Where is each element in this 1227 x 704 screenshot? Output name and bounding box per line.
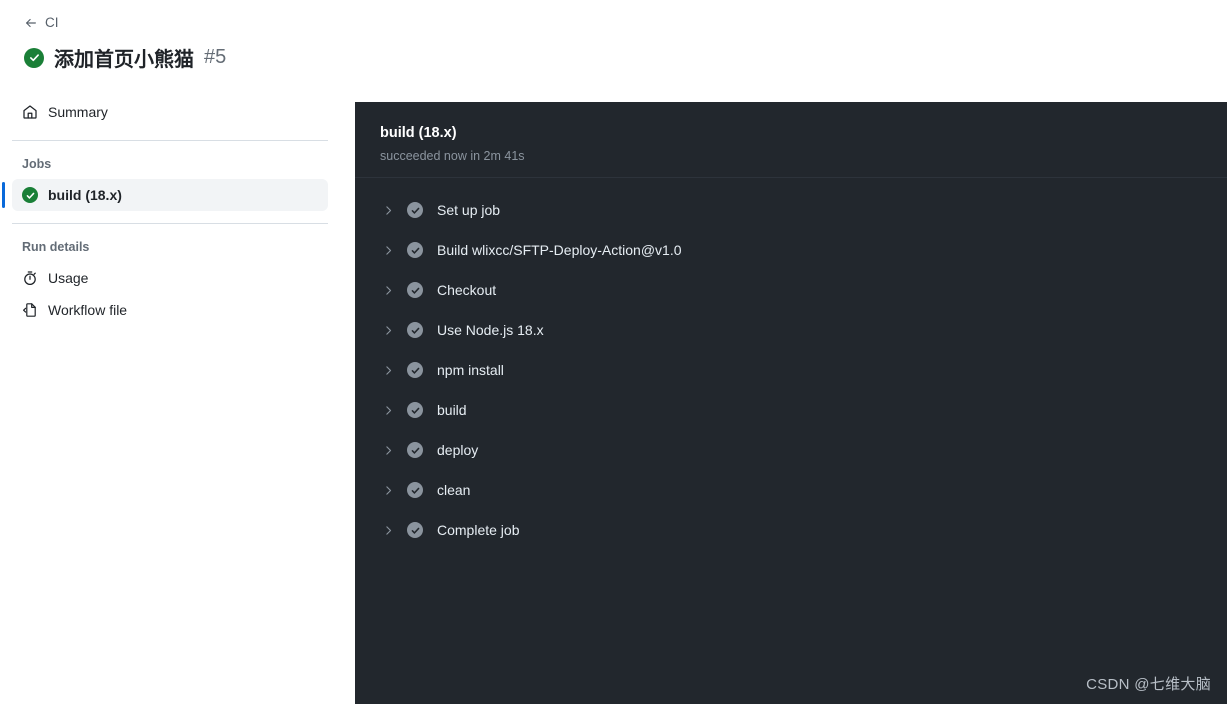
watermark: CSDN @七维大脑 [1086,676,1211,693]
check-circle-filled-icon [407,402,423,418]
sidebar-item-workflow-file-label: Workflow file [48,302,128,318]
chevron-right-icon[interactable] [380,442,396,458]
job-step-label: Complete job [437,522,520,538]
sidebar-item-workflow-file[interactable]: Workflow file [12,294,328,326]
job-step-row[interactable]: npm install [355,350,1227,390]
run-number: #5 [204,46,227,68]
check-circle-filled-icon [407,482,423,498]
arrow-left-icon [24,16,38,30]
check-circle-filled-icon [407,242,423,258]
sidebar-item-job-build[interactable]: build (18.x) [2,179,328,211]
back-to-ci-link[interactable]: CI [24,14,59,32]
chevron-right-icon[interactable] [380,282,396,298]
job-step-row[interactable]: Use Node.js 18.x [355,310,1227,350]
sidebar-run-details-heading: Run details [22,240,90,254]
sidebar-divider-1 [12,140,328,141]
run-title-row: 添加首页小熊猫 #5 [24,43,355,72]
stopwatch-icon [22,270,38,286]
check-circle-filled-icon [407,322,423,338]
check-circle-filled-icon [407,522,423,538]
file-code-icon [22,302,38,318]
job-step-row[interactable]: Complete job [355,510,1227,550]
check-circle-filled-icon [407,282,423,298]
job-log-panel: build (18.x) succeeded now in 2m 41s Set… [355,102,1227,704]
job-step-label: build [437,402,467,418]
job-step-row[interactable]: clean [355,470,1227,510]
job-step-row[interactable]: Set up job [355,190,1227,230]
job-step-label: clean [437,482,471,498]
sidebar: Summary Jobs build (18.x) Run details Us… [0,96,340,326]
job-status-text: succeeded now in 2m 41s [380,149,525,163]
sidebar-item-summary-label: Summary [48,104,108,120]
job-step-row[interactable]: Checkout [355,270,1227,310]
job-name: build (18.x) [380,125,457,141]
workflow-run-page: CI 添加首页小熊猫 #5 Summary Jobs build (18.x) … [0,0,1227,704]
page-title: 添加首页小熊猫 [54,49,194,71]
sidebar-divider-2 [12,223,328,224]
chevron-right-icon[interactable] [380,522,396,538]
job-steps-list: Set up job Build wlixcc/SFTP-Deploy-Acti… [355,178,1227,550]
home-icon [22,104,38,120]
job-step-label: npm install [437,362,504,378]
check-circle-filled-icon [407,362,423,378]
sidebar-item-usage-label: Usage [48,270,89,286]
job-step-label: deploy [437,442,479,458]
check-circle-filled-icon [407,442,423,458]
chevron-right-icon[interactable] [380,242,396,258]
job-step-label: Checkout [437,282,497,298]
chevron-right-icon[interactable] [380,362,396,378]
check-circle-filled-icon [407,202,423,218]
chevron-right-icon[interactable] [380,202,396,218]
sidebar-item-summary[interactable]: Summary [12,96,328,128]
job-step-row[interactable]: build [355,390,1227,430]
job-step-label: Use Node.js 18.x [437,322,544,338]
sidebar-jobs-heading: Jobs [22,157,52,171]
back-link-label: CI [45,15,59,30]
sidebar-item-job-build-label: build (18.x) [48,187,122,203]
job-step-row[interactable]: deploy [355,430,1227,470]
job-step-label: Set up job [437,202,501,218]
chevron-right-icon[interactable] [380,482,396,498]
sidebar-item-usage[interactable]: Usage [12,262,328,294]
job-log-header: build (18.x) succeeded now in 2m 41s [355,102,1227,178]
run-header: CI 添加首页小熊猫 #5 [0,0,355,72]
chevron-right-icon[interactable] [380,322,396,338]
job-step-row[interactable]: Build wlixcc/SFTP-Deploy-Action@v1.0 [355,230,1227,270]
job-step-label: Build wlixcc/SFTP-Deploy-Action@v1.0 [437,242,682,258]
check-circle-icon [22,187,38,203]
check-circle-icon [24,47,44,68]
chevron-right-icon[interactable] [380,402,396,418]
